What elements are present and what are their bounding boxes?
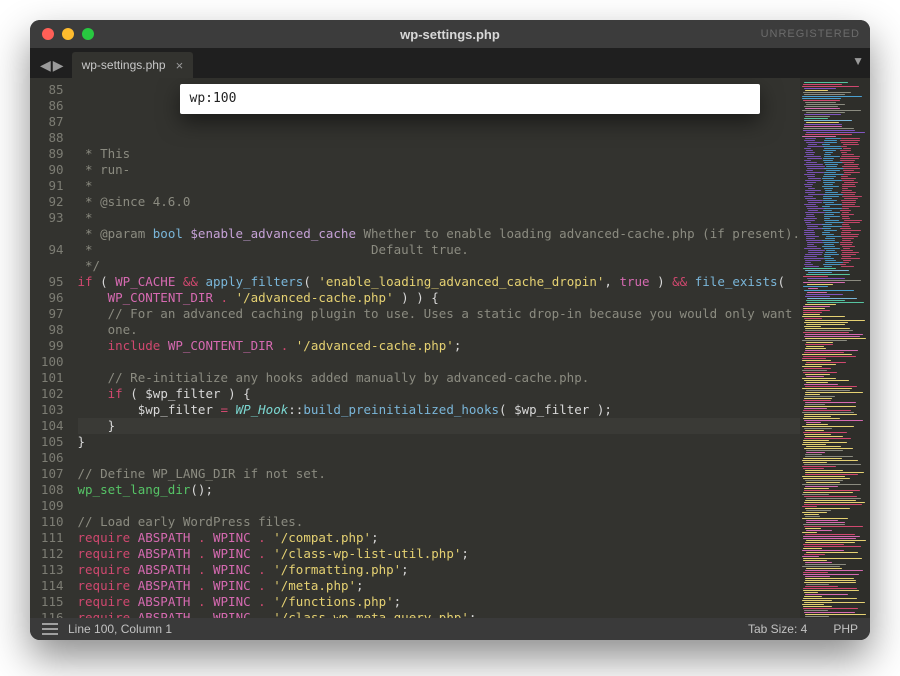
line-number: 111	[30, 530, 64, 546]
code-line[interactable]: // Define WP_LANG_DIR if not set.	[78, 466, 801, 482]
tab-overflow-icon[interactable]: ▼	[852, 54, 864, 68]
status-syntax[interactable]: PHP	[833, 622, 858, 636]
line-number: 86	[30, 98, 64, 114]
editor-window: wp-settings.php UNREGISTERED ◀ ▶ wp-sett…	[30, 20, 870, 640]
file-tab[interactable]: wp-settings.php ×	[72, 52, 194, 78]
line-number: 102	[30, 386, 64, 402]
nav-back-icon[interactable]: ◀	[40, 57, 51, 74]
line-number	[30, 258, 64, 274]
goto-input-value: wp:100	[190, 91, 237, 107]
status-line-column[interactable]: Line 100, Column 1	[68, 622, 172, 636]
line-number: 87	[30, 114, 64, 130]
code-line[interactable]: if ( $wp_filter ) {	[78, 386, 801, 402]
line-number	[30, 226, 64, 242]
window-controls	[30, 28, 94, 40]
code-line[interactable]	[78, 354, 801, 370]
tab-bar: ◀ ▶ wp-settings.php × ▼	[30, 48, 870, 78]
code-line[interactable]: * @param bool $enable_advanced_cache Whe…	[78, 226, 801, 242]
code-line[interactable]: // Load early WordPress files.	[78, 514, 801, 530]
code-line[interactable]: * @since 4.6.0	[78, 194, 801, 210]
code-line[interactable]: require ABSPATH . WPINC . '/formatting.p…	[78, 562, 801, 578]
line-number: 100	[30, 354, 64, 370]
code-line[interactable]: require ABSPATH . WPINC . '/compat.php';	[78, 530, 801, 546]
line-number: 114	[30, 578, 64, 594]
panel-switcher-icon[interactable]	[42, 623, 58, 635]
close-tab-icon[interactable]: ×	[176, 58, 184, 73]
line-number: 112	[30, 546, 64, 562]
code-line[interactable]: one.	[78, 322, 801, 338]
code-line[interactable]: include WP_CONTENT_DIR . '/advanced-cach…	[78, 338, 801, 354]
code-line[interactable]: WP_CONTENT_DIR . '/advanced-cache.php' )…	[78, 290, 801, 306]
line-number: 101	[30, 370, 64, 386]
nav-arrows: ◀ ▶	[34, 57, 70, 78]
code-area[interactable]: wp:100 * This * run- * * @since 4.6.0 * …	[72, 78, 801, 618]
code-line[interactable]: * run-	[78, 162, 801, 178]
line-number: 95	[30, 274, 64, 290]
line-number: 88	[30, 130, 64, 146]
code-line[interactable]	[78, 450, 801, 466]
code-line[interactable]: require ABSPATH . WPINC . '/class-wp-met…	[78, 610, 801, 618]
close-window-button[interactable]	[42, 28, 54, 40]
line-number: 110	[30, 514, 64, 530]
line-number: 103	[30, 402, 64, 418]
code-line[interactable]: if ( WP_CACHE && apply_filters( 'enable_…	[78, 274, 801, 290]
code-line[interactable]: */	[78, 258, 801, 274]
line-number: 90	[30, 162, 64, 178]
minimap[interactable]	[800, 78, 870, 618]
code-line[interactable]: $wp_filter = WP_Hook::build_preinitializ…	[78, 402, 801, 418]
line-number: 94	[30, 242, 64, 258]
line-number: 116	[30, 610, 64, 618]
line-number: 109	[30, 498, 64, 514]
minimize-window-button[interactable]	[62, 28, 74, 40]
code-line[interactable]: *	[78, 210, 801, 226]
code-line[interactable]: * This	[78, 146, 801, 162]
code-line[interactable]	[78, 498, 801, 514]
status-bar: Line 100, Column 1 Tab Size: 4 PHP	[30, 618, 870, 640]
line-number-gutter: 8586878889909192939495969798991001011021…	[30, 78, 72, 618]
line-number: 92	[30, 194, 64, 210]
line-number: 98	[30, 322, 64, 338]
status-tab-size[interactable]: Tab Size: 4	[748, 622, 807, 636]
code-line[interactable]: // Re-initialize any hooks added manuall…	[78, 370, 801, 386]
line-number: 96	[30, 290, 64, 306]
code-line[interactable]: wp_set_lang_dir();	[78, 482, 801, 498]
zoom-window-button[interactable]	[82, 28, 94, 40]
goto-anything-input[interactable]: wp:100	[180, 84, 760, 114]
line-number: 93	[30, 210, 64, 226]
titlebar: wp-settings.php UNREGISTERED	[30, 20, 870, 48]
line-number: 113	[30, 562, 64, 578]
code-line[interactable]: *	[78, 178, 801, 194]
nav-forward-icon[interactable]: ▶	[53, 57, 64, 74]
line-number: 105	[30, 434, 64, 450]
line-number: 104	[30, 418, 64, 434]
line-number: 85	[30, 82, 64, 98]
code-line[interactable]: }	[78, 418, 801, 434]
line-number: 106	[30, 450, 64, 466]
window-title: wp-settings.php	[30, 27, 870, 42]
code-line[interactable]: require ABSPATH . WPINC . '/meta.php';	[78, 578, 801, 594]
code-line[interactable]: * Default true.	[78, 242, 801, 258]
line-number: 107	[30, 466, 64, 482]
code-line[interactable]: require ABSPATH . WPINC . '/functions.ph…	[78, 594, 801, 610]
registration-label: UNREGISTERED	[761, 28, 860, 40]
code-line[interactable]: // For an advanced caching plugin to use…	[78, 306, 801, 322]
editor-area: 8586878889909192939495969798991001011021…	[30, 78, 870, 618]
line-number: 91	[30, 178, 64, 194]
code-line[interactable]: require ABSPATH . WPINC . '/class-wp-lis…	[78, 546, 801, 562]
line-number: 89	[30, 146, 64, 162]
line-number: 108	[30, 482, 64, 498]
line-number: 97	[30, 306, 64, 322]
line-number: 99	[30, 338, 64, 354]
code-line[interactable]: }	[78, 434, 801, 450]
tab-label: wp-settings.php	[82, 58, 166, 72]
line-number: 115	[30, 594, 64, 610]
